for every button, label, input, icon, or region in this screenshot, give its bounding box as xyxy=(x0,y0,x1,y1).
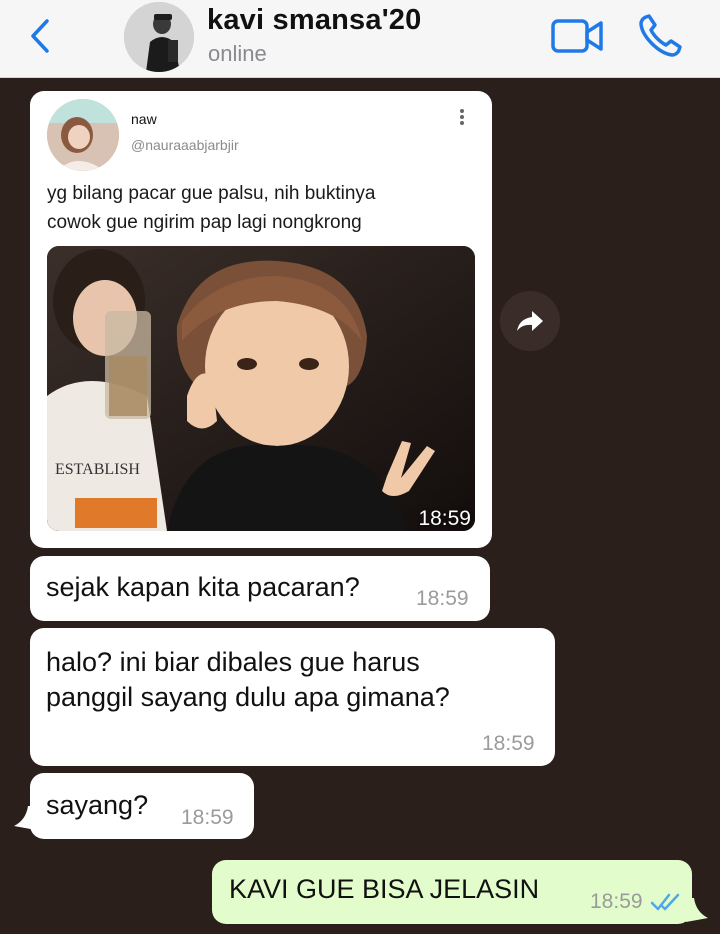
message-time: 18:59 xyxy=(482,732,535,755)
message-time: 18:59 xyxy=(590,890,643,913)
tweet-text-line: cowok gue ngirim pap lagi nongkrong xyxy=(47,212,362,233)
tweet-avatar xyxy=(47,99,119,171)
message-time: 18:59 xyxy=(418,507,471,530)
voice-call-button[interactable] xyxy=(636,12,686,60)
video-call-button[interactable] xyxy=(550,14,606,58)
outgoing-message[interactable]: KAVI GUE BISA JELASIN 18:59 xyxy=(212,860,692,924)
chevron-left-icon xyxy=(31,19,49,53)
incoming-message[interactable]: sejak kapan kita pacaran? 18:59 xyxy=(30,556,490,621)
message-text: panggil sayang dulu apa gimana? xyxy=(46,682,450,712)
tweet-text-line: yg bilang pacar gue palsu, nih buktinya xyxy=(47,183,376,204)
contact-status: online xyxy=(208,41,267,66)
contact-photo xyxy=(124,2,194,72)
photo-shirt-text: ESTABLISH xyxy=(55,461,140,478)
message-text: sejak kapan kita pacaran? xyxy=(46,572,360,602)
forward-arrow-icon xyxy=(517,311,543,331)
phone-icon xyxy=(639,14,682,57)
tweet-avatar-photo xyxy=(47,99,119,171)
tweet-text: yg bilang pacar gue palsu, nih buktinya … xyxy=(47,179,487,237)
photo-two-people: ESTABLISH xyxy=(47,246,475,531)
incoming-message[interactable]: sayang? 18:59 xyxy=(30,773,254,839)
tweet-photo[interactable]: ESTABLISH 18:59 xyxy=(47,246,475,531)
message-time: 18:59 xyxy=(181,806,234,829)
tweet-author-name: naw xyxy=(131,111,157,127)
forward-button[interactable] xyxy=(500,291,560,351)
contact-name[interactable]: kavi smansa'20 xyxy=(207,4,421,37)
tweet-image-message[interactable]: naw @nauraaabjarbjir yg bilang pacar gue… xyxy=(30,91,492,548)
video-camera-icon xyxy=(551,19,603,53)
more-options-icon xyxy=(456,107,468,127)
incoming-message[interactable]: halo? ini biar dibales gue harus panggil… xyxy=(30,628,555,766)
read-receipt-icon xyxy=(650,893,680,911)
message-text: sayang? xyxy=(46,790,149,820)
back-button[interactable] xyxy=(22,14,58,58)
message-text: KAVI GUE BISA JELASIN xyxy=(229,874,540,904)
chat-header: kavi smansa'20 online xyxy=(0,0,720,78)
tweet-author-handle: @nauraaabjarbjir xyxy=(131,137,239,153)
message-time: 18:59 xyxy=(416,587,469,610)
contact-avatar[interactable] xyxy=(124,2,194,72)
message-text: halo? ini biar dibales gue harus xyxy=(46,647,420,677)
